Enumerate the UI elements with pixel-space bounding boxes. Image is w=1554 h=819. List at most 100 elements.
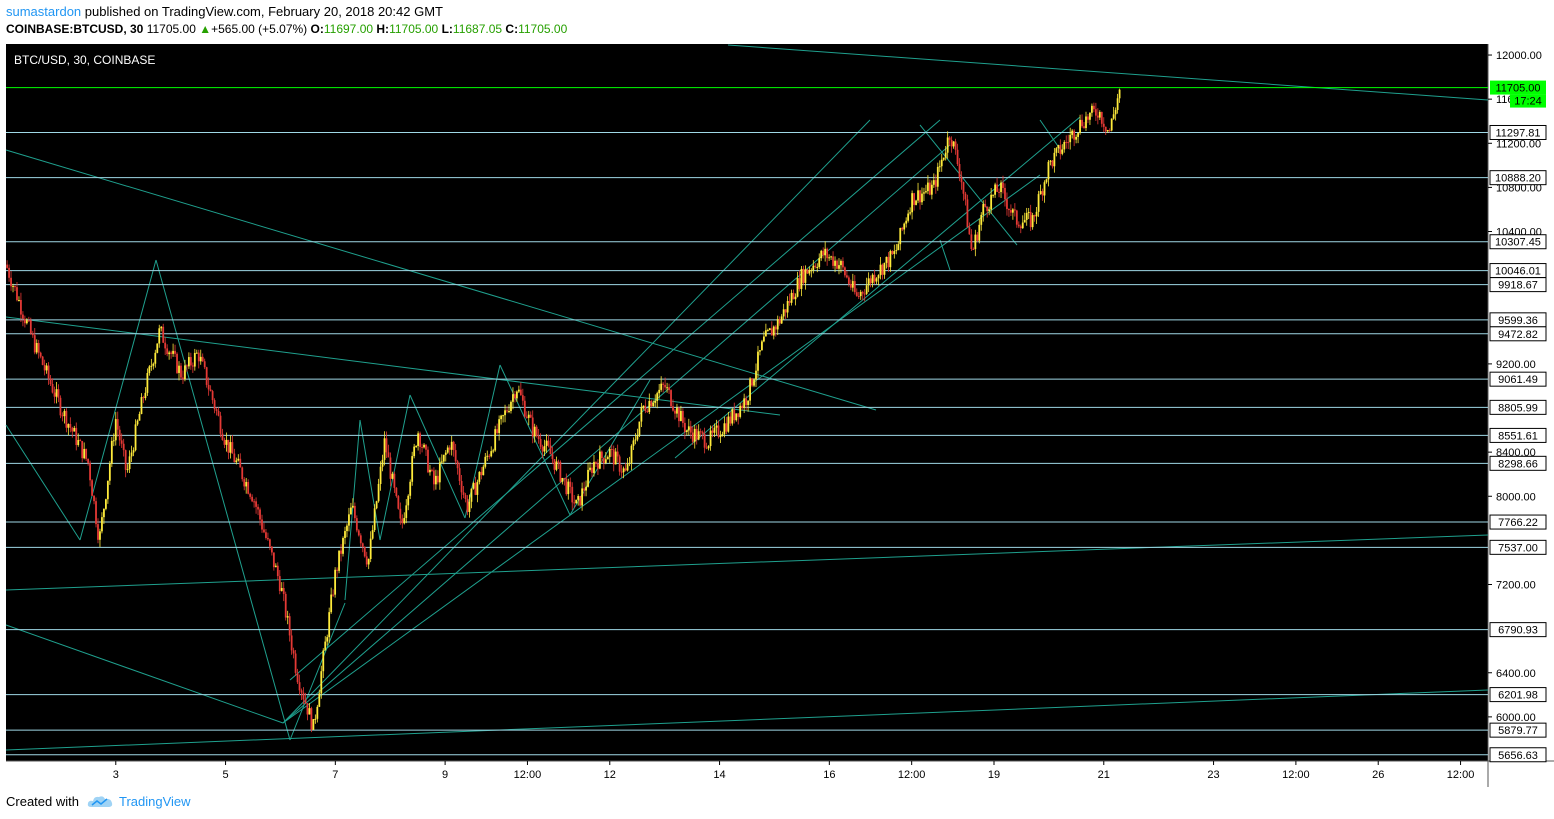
candle-body bbox=[966, 199, 969, 228]
candle-body bbox=[672, 406, 674, 411]
candle-body bbox=[1033, 215, 1036, 217]
candle-body bbox=[85, 448, 88, 459]
candle-body bbox=[808, 270, 811, 274]
candle-body bbox=[53, 392, 56, 397]
y-tick-label: 6400.00 bbox=[1496, 668, 1536, 680]
candle-body bbox=[259, 509, 261, 520]
candle-body bbox=[35, 342, 38, 353]
candle-body bbox=[166, 348, 169, 355]
candle-body bbox=[612, 449, 615, 465]
candle-body bbox=[342, 537, 344, 554]
candle-body bbox=[879, 264, 882, 276]
candle-body bbox=[433, 470, 435, 485]
candle-body bbox=[784, 309, 787, 313]
price-chart[interactable]: 12000.0011600.0011200.0010800.0010400.00… bbox=[0, 40, 1554, 791]
candle-body bbox=[691, 432, 694, 442]
candle-body bbox=[286, 616, 289, 618]
candle-body bbox=[899, 227, 902, 245]
candle-body bbox=[693, 428, 696, 442]
candle-body bbox=[458, 468, 461, 481]
candle-body bbox=[589, 467, 591, 470]
created-with-text: Created with bbox=[6, 794, 79, 809]
candle-body bbox=[61, 415, 64, 417]
candle-body bbox=[907, 213, 910, 221]
price-level-label: 6201.98 bbox=[1498, 690, 1538, 702]
candle-body bbox=[205, 367, 208, 385]
candle-body bbox=[739, 405, 742, 417]
candle-body bbox=[320, 671, 323, 694]
candle-body bbox=[855, 292, 858, 296]
candle-body bbox=[168, 352, 171, 355]
x-tick-label: 9 bbox=[442, 769, 448, 781]
candle-body bbox=[338, 550, 340, 571]
price-level-label: 9918.67 bbox=[1498, 280, 1538, 292]
candle-body bbox=[397, 496, 400, 509]
candle-body bbox=[978, 224, 981, 241]
candle-body bbox=[1098, 112, 1101, 118]
candle-body bbox=[45, 365, 48, 371]
candle-body bbox=[764, 330, 767, 337]
candle-body bbox=[189, 357, 192, 366]
candle-body bbox=[284, 593, 287, 618]
candle-body bbox=[681, 410, 684, 423]
candle-body bbox=[802, 268, 805, 283]
candle-body bbox=[537, 435, 540, 440]
candle-body bbox=[687, 426, 690, 431]
candle-body bbox=[597, 463, 599, 469]
candle-body bbox=[231, 442, 234, 454]
candle-body bbox=[446, 447, 449, 453]
candle-body bbox=[405, 505, 408, 518]
candle-body bbox=[124, 450, 127, 470]
candle-body bbox=[227, 439, 230, 453]
candle-body bbox=[468, 501, 471, 512]
candle-body bbox=[913, 193, 915, 205]
high-label: H: bbox=[376, 22, 390, 36]
candle-body bbox=[838, 265, 840, 269]
candle-body bbox=[142, 397, 145, 399]
candle-body bbox=[782, 309, 785, 317]
candle-body bbox=[1015, 210, 1018, 225]
candle-body bbox=[780, 316, 783, 324]
candle-body bbox=[182, 377, 184, 380]
candle-body bbox=[707, 446, 710, 449]
candle-body bbox=[932, 180, 935, 185]
candle-body bbox=[312, 719, 315, 730]
candle-body bbox=[514, 394, 516, 399]
candle-body bbox=[431, 469, 433, 471]
candle-body bbox=[37, 342, 40, 353]
candle-body bbox=[1035, 211, 1038, 217]
candle-body bbox=[101, 517, 103, 532]
candle-body bbox=[148, 366, 151, 374]
candle-body bbox=[18, 299, 20, 301]
tradingview-link[interactable]: TradingView bbox=[119, 794, 191, 809]
candle-body bbox=[954, 141, 957, 150]
candle-body bbox=[460, 480, 463, 493]
candle-body bbox=[492, 450, 495, 452]
candle-body bbox=[642, 405, 645, 408]
candle-body bbox=[895, 250, 898, 252]
candle-body bbox=[1112, 114, 1115, 119]
candle-body bbox=[796, 278, 799, 297]
candle-body bbox=[104, 499, 107, 509]
candle-body bbox=[1073, 130, 1076, 140]
candle-body bbox=[666, 387, 668, 389]
y-tick-label: 12000.00 bbox=[1496, 50, 1542, 62]
price-level-label: 10888.20 bbox=[1495, 173, 1541, 185]
candle-body bbox=[660, 383, 663, 390]
candle-body bbox=[934, 180, 937, 187]
candle-body bbox=[39, 352, 42, 357]
candle-body bbox=[654, 400, 657, 403]
candle-body bbox=[502, 415, 504, 417]
candle-body bbox=[134, 424, 137, 451]
candle-body bbox=[1031, 215, 1034, 228]
candle-body bbox=[346, 525, 348, 532]
candle-body bbox=[170, 352, 173, 354]
candle-body bbox=[1004, 187, 1006, 200]
candle-body bbox=[150, 365, 153, 367]
candle-body bbox=[1071, 130, 1074, 135]
candle-body bbox=[897, 244, 900, 251]
author-link[interactable]: sumastardon bbox=[6, 4, 81, 19]
candle-body bbox=[719, 436, 722, 438]
candle-body bbox=[545, 440, 548, 447]
candle-body bbox=[97, 524, 99, 540]
